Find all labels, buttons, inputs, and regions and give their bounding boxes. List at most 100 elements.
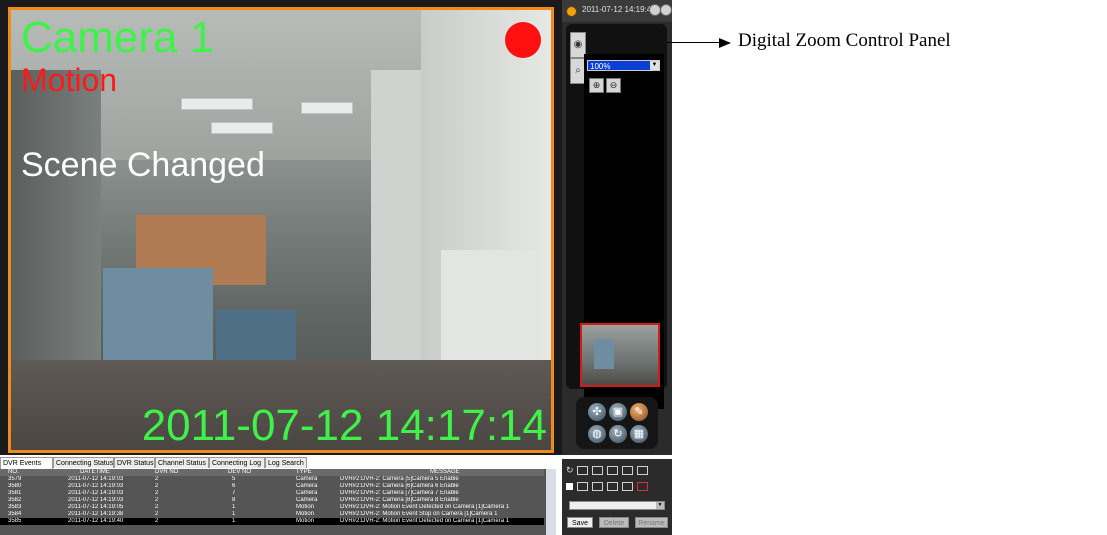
ceiling-light bbox=[211, 122, 273, 134]
table-cell: DVR#2:DVR-2: Motion Event Stop on Camera… bbox=[340, 511, 498, 517]
settings-icon[interactable]: ✎ bbox=[630, 403, 648, 421]
table-cell: 2 bbox=[155, 476, 159, 482]
panel-titlebar: 2011-07-12 14:19:45 bbox=[562, 0, 672, 22]
annotation-arrowhead bbox=[719, 38, 731, 48]
table-cell: 2011-07-12 14:19:05 bbox=[68, 504, 124, 510]
layout-1plus5-icon[interactable] bbox=[607, 466, 618, 475]
tab-connecting-status[interactable]: Connecting Status bbox=[53, 457, 114, 468]
table-row[interactable]: 3585 2011-07-12 14:19:40 2 1 Motion DVR#2:DVR… bbox=[0, 518, 544, 525]
table-cell: DVR#2:DVR-2: Camera [5]Camera 5 Enable bbox=[340, 476, 459, 482]
chevron-down-icon[interactable]: ▼ bbox=[650, 61, 659, 70]
table-cell: 3585 bbox=[8, 518, 22, 524]
app-logo-icon bbox=[566, 6, 577, 17]
rename-button[interactable]: Rename bbox=[635, 517, 668, 528]
motion-label: Motion bbox=[21, 62, 118, 98]
thumbnail-scene bbox=[594, 339, 614, 369]
table-cell: Motion bbox=[296, 511, 315, 517]
control-panel: 2011-07-12 14:19:45 ◉ ⌕ 100% ▼ ⊕ ⊖ ✣ ▣ ✎… bbox=[562, 0, 672, 455]
close-icon[interactable] bbox=[660, 4, 672, 16]
annotation-arrow bbox=[667, 42, 723, 43]
layout-icon[interactable]: ▦ bbox=[630, 425, 648, 443]
control-buttons: ✣ ▣ ✎ ◍ ↻ ▦ bbox=[576, 397, 658, 449]
rotate-icon[interactable]: ↻ bbox=[566, 465, 574, 476]
table-cell: Camera bbox=[296, 497, 318, 503]
zoom-thumbnail[interactable] bbox=[580, 323, 660, 387]
camera-timestamp: 2011-07-12 14:17:14 bbox=[141, 401, 547, 450]
column-header: MESSAGE bbox=[430, 469, 460, 475]
table-cell: 1 bbox=[232, 504, 236, 510]
table-cell: 2 bbox=[155, 497, 159, 503]
table-row[interactable]: 3581 2011-07-12 14:19:03 2 7 Camera DVR#2:DVR… bbox=[0, 490, 544, 497]
table-header: NO. DATETIME DVR NO DEV NO TYPE MESSAGE bbox=[0, 469, 544, 476]
scene-changed-label: Scene Changed bbox=[21, 146, 265, 184]
chevron-down-icon[interactable]: ▼ bbox=[656, 502, 664, 509]
save-button[interactable]: Save bbox=[567, 517, 593, 528]
table-cell: 1 bbox=[232, 511, 236, 517]
layout-5x5-icon[interactable] bbox=[592, 482, 603, 491]
layout-4x4-icon[interactable] bbox=[577, 482, 588, 491]
tab-connecting-log[interactable]: Connecting Log bbox=[209, 457, 265, 468]
layout-1x1-icon[interactable] bbox=[577, 466, 588, 475]
tab-log-search[interactable]: Log Search bbox=[265, 457, 307, 468]
table-cell: 5 bbox=[232, 476, 236, 482]
table-row[interactable]: 3582 2011-07-12 14:19:03 2 8 Camera DVR#2:DVR… bbox=[0, 497, 544, 504]
layout-2x2-icon[interactable] bbox=[592, 466, 603, 475]
column-header: DATETIME bbox=[80, 469, 110, 475]
table-cell: 8 bbox=[232, 497, 236, 503]
table-cell: 3584 bbox=[8, 511, 22, 517]
table-cell: Camera bbox=[296, 483, 318, 489]
table-cell: Motion bbox=[296, 504, 315, 510]
delete-button[interactable]: Delete bbox=[599, 517, 629, 528]
refresh-icon[interactable]: ↻ bbox=[609, 425, 627, 443]
table-cell: DVR#2:DVR-2: Camera [8]Camera 8 Enable bbox=[340, 497, 459, 503]
table-cell: 2011-07-12 14:19:03 bbox=[68, 497, 124, 503]
column-header: DVR NO bbox=[155, 469, 179, 475]
table-cell: 2 bbox=[155, 490, 159, 496]
table-cell: 6 bbox=[232, 483, 236, 489]
table-cell: 3582 bbox=[8, 497, 22, 503]
camera-live-view[interactable]: Camera 1 Motion Scene Changed 2011-07-12… bbox=[8, 7, 554, 453]
zoom-level-select[interactable]: 100% ▼ bbox=[587, 60, 660, 71]
globe-icon[interactable]: ◍ bbox=[588, 425, 606, 443]
table-cell: DVR#2:DVR-2: Camera [7]Camera 7 Enable bbox=[340, 490, 459, 496]
column-header: DEV NO bbox=[228, 469, 252, 475]
table-row[interactable]: 3579 2011-07-12 14:19:03 2 5 Camera DVR#2:DVR… bbox=[0, 476, 544, 483]
ceiling-light bbox=[181, 98, 253, 110]
scene-pillar bbox=[371, 70, 421, 400]
camera-frame: Camera 1 Motion Scene Changed 2011-07-12… bbox=[0, 0, 562, 455]
recording-indicator bbox=[505, 22, 541, 58]
zoom-out-icon[interactable]: ⊖ bbox=[606, 78, 621, 93]
tab-dvr-status[interactable]: DVR Status bbox=[114, 457, 155, 468]
zoom-in-icon[interactable]: ⊕ bbox=[589, 78, 604, 93]
column-header: NO. bbox=[8, 469, 19, 475]
log-scrollbar[interactable] bbox=[546, 469, 556, 535]
layout-checkbox[interactable] bbox=[566, 483, 573, 490]
layout-3x3-icon[interactable] bbox=[622, 466, 633, 475]
table-cell: 3583 bbox=[8, 504, 22, 510]
layout-custom-icon[interactable] bbox=[637, 482, 648, 491]
fullscreen-icon[interactable]: ✣ bbox=[588, 403, 606, 421]
table-cell: DVR#2:DVR-2: Motion Event Detected on Ca… bbox=[340, 504, 510, 510]
layout-controls: ↻ ▼ Save Delete Rename bbox=[562, 459, 672, 535]
layout-6x6-icon[interactable] bbox=[607, 482, 618, 491]
annotation-label: Digital Zoom Control Panel bbox=[738, 30, 951, 51]
table-cell: 7 bbox=[232, 490, 236, 496]
layout-select[interactable]: ▼ bbox=[569, 501, 665, 510]
table-row[interactable]: 3580 2011-07-12 14:19:03 2 6 Camera DVR#2:DVR… bbox=[0, 483, 544, 490]
table-cell: Camera bbox=[296, 476, 318, 482]
table-row[interactable]: 3584 2011-07-12 14:19:38 2 1 Motion DVR#2:DVR… bbox=[0, 511, 544, 518]
table-cell: 2011-07-12 14:19:38 bbox=[68, 511, 124, 517]
snapshot-icon[interactable]: ▣ bbox=[609, 403, 627, 421]
tab-dvr-events[interactable]: DVR Events bbox=[0, 457, 53, 469]
table-cell: 2011-07-12 14:19:40 bbox=[68, 518, 124, 524]
layout-7x7-icon[interactable] bbox=[622, 482, 633, 491]
layout-1plus7-icon[interactable] bbox=[637, 466, 648, 475]
table-cell: Motion bbox=[296, 518, 315, 524]
table-cell: 2 bbox=[155, 504, 159, 510]
table-cell: 1 bbox=[232, 518, 236, 524]
table-cell: 2 bbox=[155, 511, 159, 517]
tab-channel-status[interactable]: Channel Status bbox=[155, 457, 209, 468]
event-log-table: NO. DATETIME DVR NO DEV NO TYPE MESSAGE … bbox=[0, 469, 556, 535]
table-row[interactable]: 3583 2011-07-12 14:19:05 2 1 Motion DVR#2:DVR… bbox=[0, 504, 544, 511]
panel-clock: 2011-07-12 14:19:45 bbox=[582, 5, 656, 14]
